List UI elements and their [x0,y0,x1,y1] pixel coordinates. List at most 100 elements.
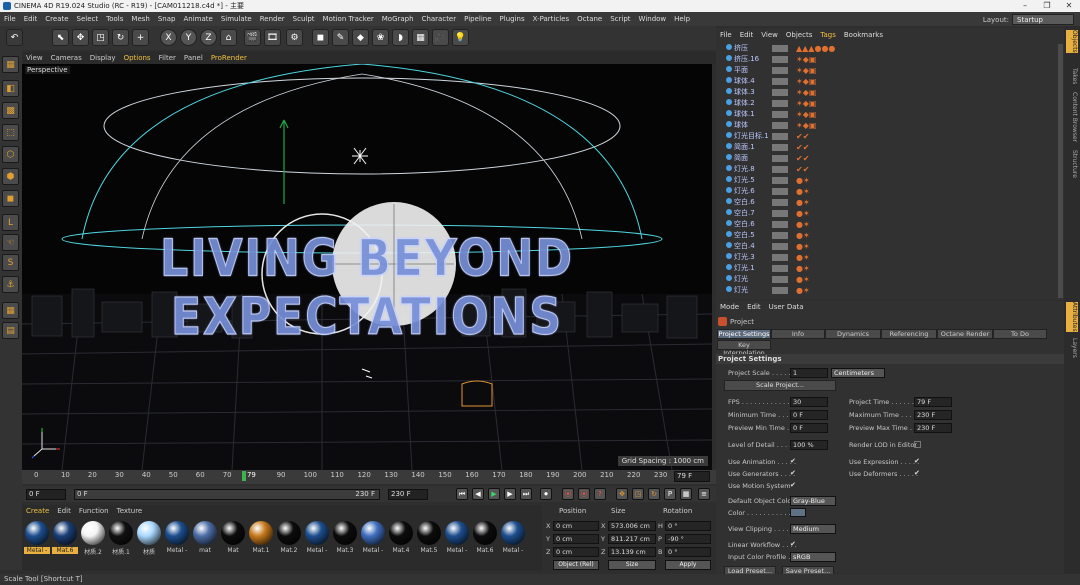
size-mode-select[interactable]: Size [608,560,656,570]
mat-menu-function[interactable]: Function [75,505,113,517]
material-label[interactable]: mat [192,547,218,554]
om-menu-tags[interactable]: Tags [816,28,840,42]
material-ball[interactable] [361,521,385,545]
default-color-select[interactable]: Gray-Blue [790,496,836,506]
scale-project-button[interactable]: Scale Project... [724,380,836,391]
maximize-button[interactable]: ❐ [1036,0,1058,12]
prev-key-icon[interactable]: ◀ [472,488,484,500]
color-swatch[interactable] [790,508,806,517]
vtab-objects[interactable]: Objects [1066,30,1078,53]
tag-icons[interactable]: ✶◆▣ [796,110,816,119]
lod-field[interactable]: 100 % [790,440,828,450]
tag-icons[interactable]: ▲▲▲●●● [796,44,835,53]
om-menu-bookmarks[interactable]: Bookmarks [840,28,887,42]
tab-key-interpolation[interactable]: Key Interpolation [717,340,771,357]
material-ball[interactable] [25,521,49,545]
tag-icons[interactable]: ●✶ [796,253,810,262]
material-ball[interactable] [445,521,469,545]
record-keys-icon[interactable]: ⏺ [540,488,552,500]
key-scale-icon[interactable]: ◳ [632,488,644,500]
tag-icons[interactable]: ●✶ [796,264,810,273]
goto-start-icon[interactable]: ⏮ [456,488,468,500]
menu-render[interactable]: Render [256,12,289,26]
play-icon[interactable]: ▶ [488,488,500,500]
axis-mode-icon[interactable]: L [2,214,19,231]
preview-min-field[interactable]: 0 F [790,423,828,433]
menu-sculpt[interactable]: Sculpt [289,12,319,26]
tag-icons[interactable]: ✶◆▣ [796,121,816,130]
material-ball[interactable] [333,521,357,545]
vp-menu-prorender[interactable]: ProRender [207,52,251,64]
menu-create[interactable]: Create [41,12,72,26]
object-row[interactable]: 球体.1 ✶◆▣ [716,109,1058,120]
material-ball[interactable] [249,521,273,545]
om-menu-objects[interactable]: Objects [782,28,816,42]
render-picture-icon[interactable]: 🎞 [264,29,281,46]
material-label[interactable]: 材质.2 [80,547,106,556]
x-axis-icon[interactable]: X [160,29,177,46]
menu-x-particles[interactable]: X-Particles [529,12,573,26]
start-frame-field[interactable]: 0 F [26,489,66,500]
visibility-toggle[interactable] [772,243,788,250]
subdivide-icon[interactable]: ◆ [352,29,369,46]
visibility-toggle[interactable] [772,221,788,228]
tab-info[interactable]: Info [771,329,825,339]
tag-icons[interactable]: ●✶ [796,286,810,295]
visibility-toggle[interactable] [772,265,788,272]
menu-plugins[interactable]: Plugins [496,12,529,26]
tag-icons[interactable]: ✔✔ [796,154,809,163]
tag-icons[interactable]: ✔✔ [796,165,809,174]
y-axis-icon[interactable]: Y [180,29,197,46]
am-menu-user-data[interactable]: User Data [765,301,808,313]
project-scale-field[interactable]: 1 [790,368,828,378]
visibility-toggle[interactable] [772,56,788,63]
coord-system-icon[interactable]: ⌂ [220,29,237,46]
rot-p-field[interactable]: -90 ° [665,534,711,544]
goto-end-icon[interactable]: ⏭ [520,488,532,500]
material-label[interactable]: 材质.1 [108,547,134,556]
key-position-icon[interactable]: ✥ [616,488,628,500]
object-row[interactable]: 空白.6 ●✶ [716,219,1058,230]
object-row[interactable]: 挤压 ▲▲▲●●● [716,43,1058,54]
tag-icons[interactable]: ✶◆▣ [796,55,816,64]
object-row[interactable]: 平面 ✶◆▣ [716,65,1058,76]
tag-icons[interactable]: ✶◆▣ [796,77,816,86]
material-label[interactable]: Metal - [304,547,330,554]
material-ball[interactable] [137,521,161,545]
z-axis-icon[interactable]: Z [200,29,217,46]
use-motion-checkbox[interactable]: ✔ [790,482,797,489]
size-z-field[interactable]: 13.139 cm [608,547,656,557]
next-key-icon[interactable]: ▶ [504,488,516,500]
mat-menu-create[interactable]: Create [22,505,53,517]
keyframe-selection-icon[interactable]: ? [594,488,606,500]
timeline-playhead[interactable] [241,471,246,481]
visibility-toggle[interactable] [772,89,788,96]
tag-icons[interactable]: ✶◆▣ [796,99,816,108]
light-icon[interactable]: 💡 [452,29,469,46]
vp-menu-panel[interactable]: Panel [180,52,207,64]
viewport-3d[interactable]: LIVING BEYOND EXPECTATIONS Perspective G… [22,64,712,470]
frame-range-slider[interactable]: 0 F 230 F [74,489,380,500]
project-unit-select[interactable]: Centimeters [831,368,885,378]
visibility-toggle[interactable] [772,67,788,74]
material-ball[interactable] [417,521,441,545]
tag-icons[interactable]: ●✶ [796,209,810,218]
points-mode-icon[interactable]: ⬡ [2,146,19,163]
object-row[interactable]: 挤压.16 ✶◆▣ [716,54,1058,65]
coord-mode-select[interactable]: Object (Rel) [553,560,599,570]
deformer-icon[interactable]: ◗ [392,29,409,46]
timeline-menu-icon[interactable]: ≡ [698,488,710,500]
vp-menu-view[interactable]: View [22,52,47,64]
visibility-toggle[interactable] [772,210,788,217]
use-expression-checkbox[interactable]: ✔ [914,458,921,465]
object-row[interactable]: 球体.4 ✶◆▣ [716,76,1058,87]
view-clipping-select[interactable]: Medium [790,524,836,534]
tag-icons[interactable]: ✔✔ [796,132,809,141]
render-view-icon[interactable]: 🎬 [244,29,261,46]
material-label[interactable]: Mat.4 [388,547,414,554]
visibility-toggle[interactable] [772,166,788,173]
use-deformers-checkbox[interactable]: ✔ [914,470,921,477]
render-settings-icon[interactable]: ⚙ [286,29,303,46]
menu-file[interactable]: File [0,12,20,26]
rotate-icon[interactable]: ↻ [112,29,129,46]
